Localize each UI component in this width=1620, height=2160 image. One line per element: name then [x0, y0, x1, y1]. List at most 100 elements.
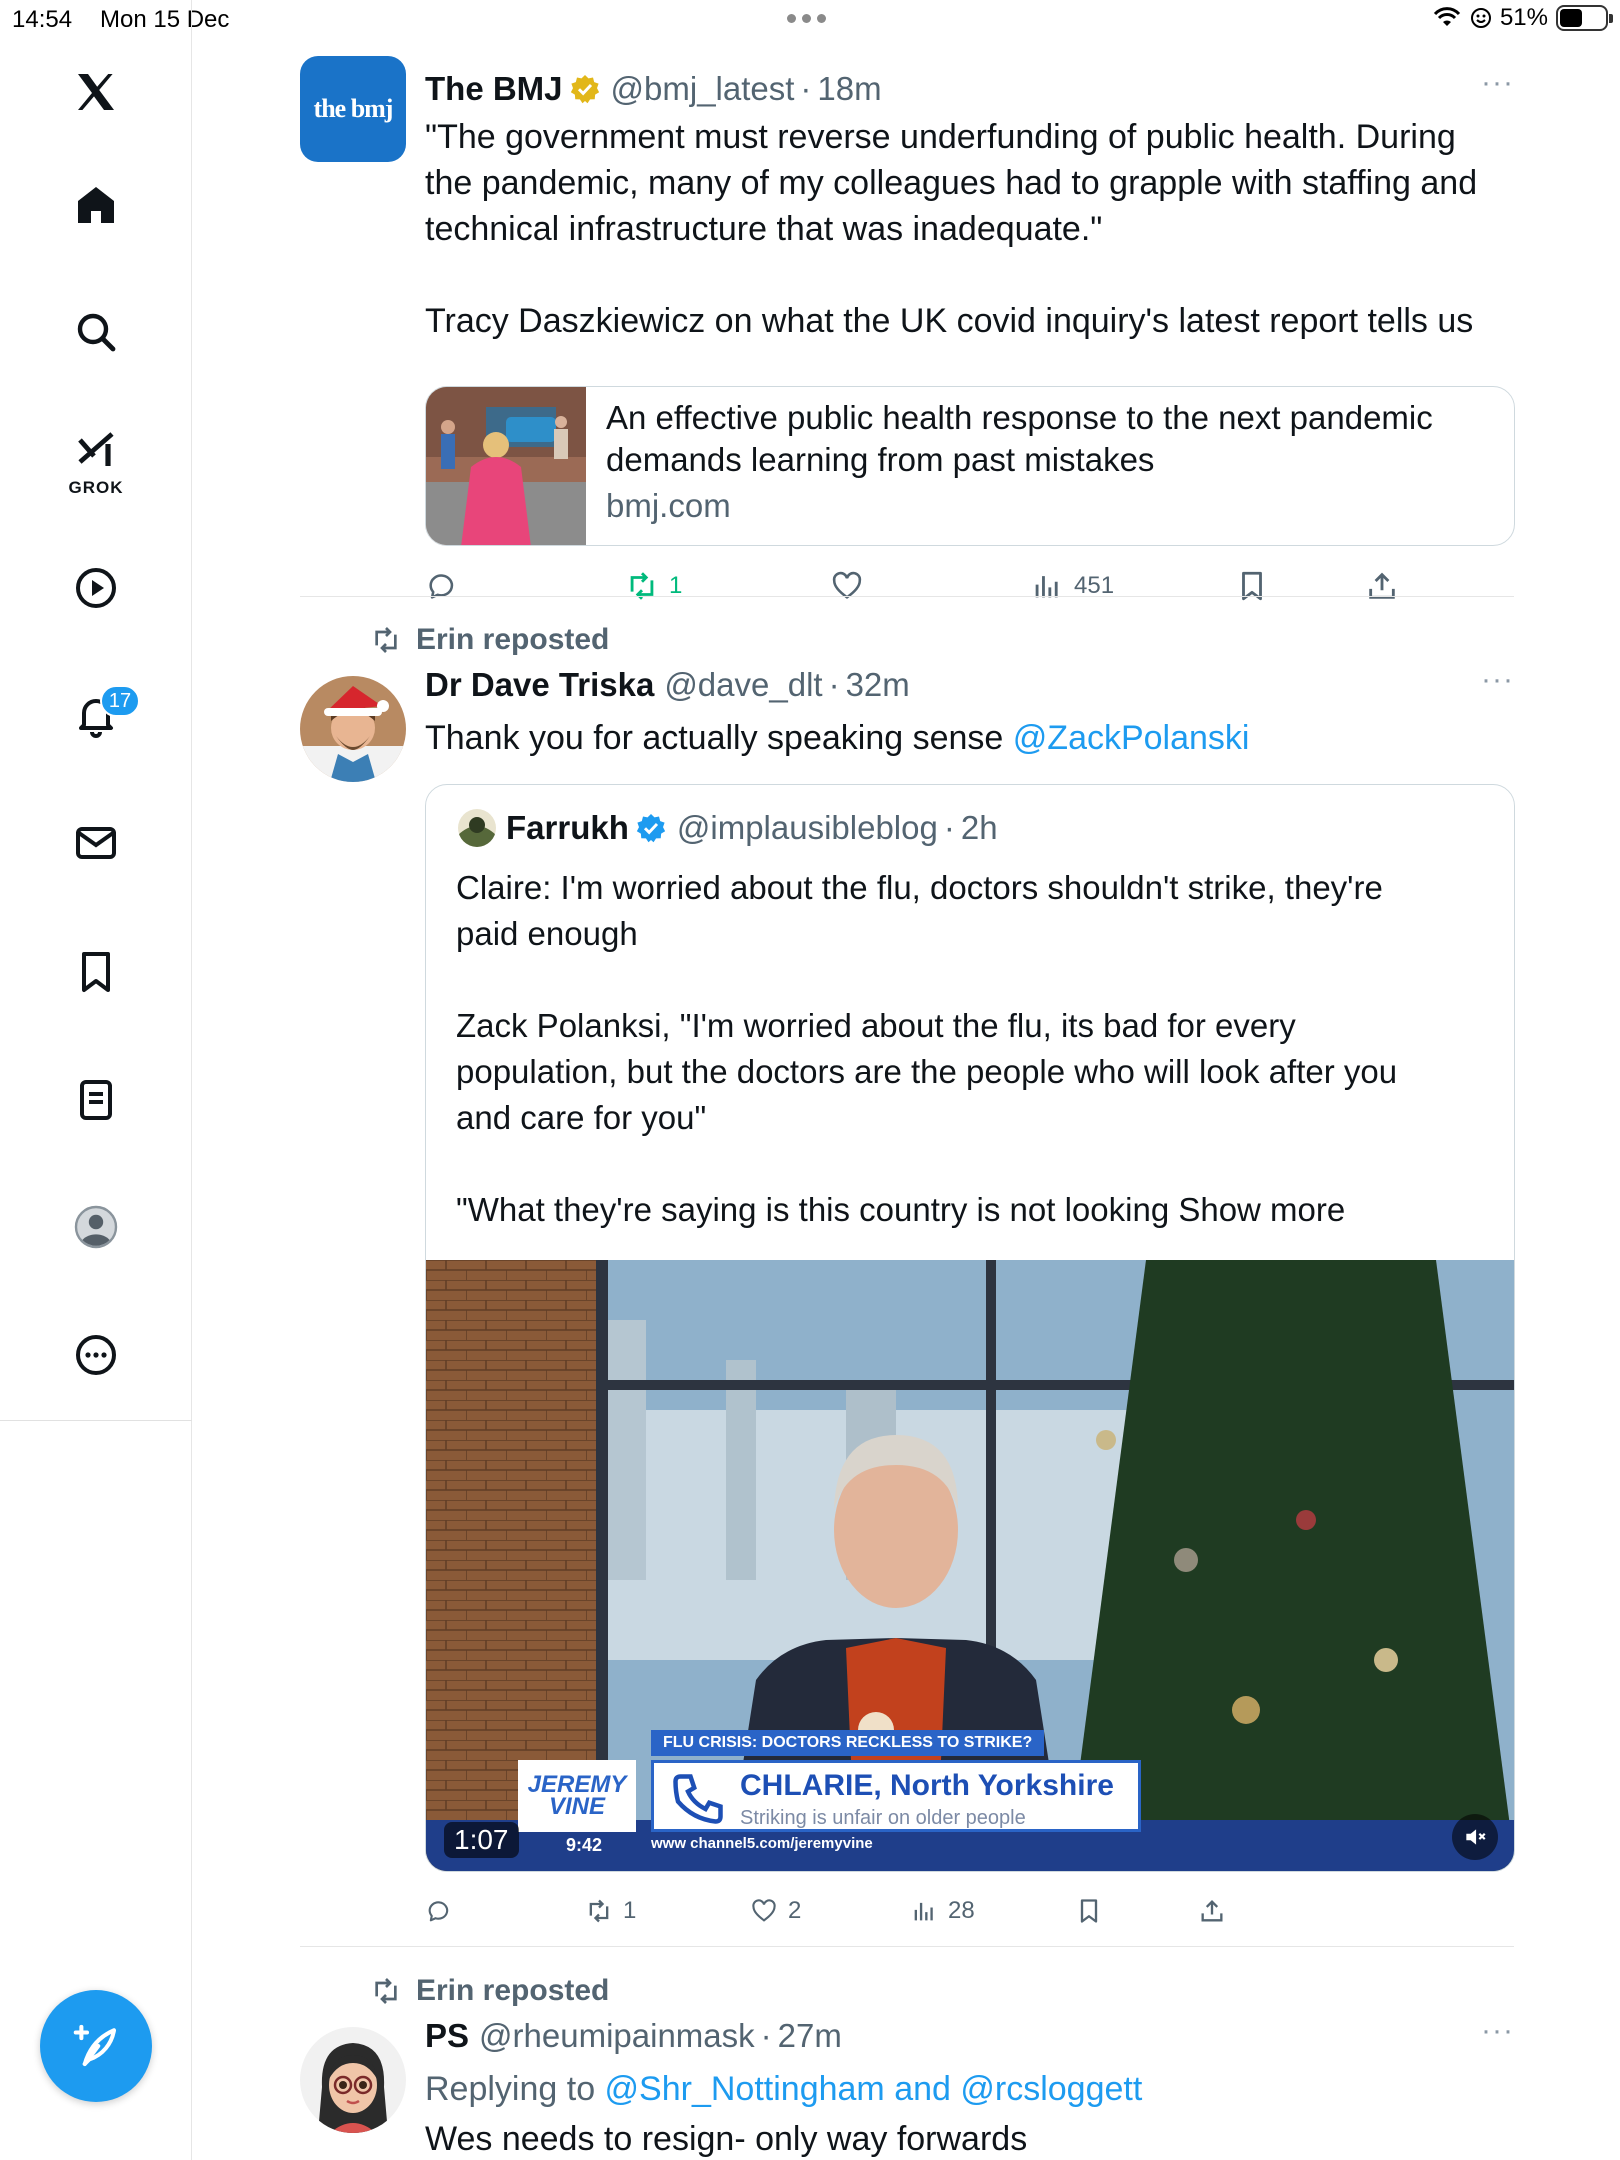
- mute-button[interactable]: [1452, 1814, 1498, 1860]
- quote-text-line: paid enough: [456, 915, 638, 952]
- multitasking-dots[interactable]: [787, 14, 826, 23]
- search-icon[interactable]: [66, 302, 126, 362]
- post-divider: [300, 1946, 1514, 1947]
- quote-text-line: Claire: I'm worried about the flu, docto…: [456, 869, 1383, 906]
- reply-button[interactable]: [425, 1897, 453, 1925]
- like-button[interactable]: [830, 569, 864, 603]
- avatar-logo-text: the bmj: [313, 94, 394, 123]
- video-clock: 9:42: [566, 1835, 603, 1855]
- video-player[interactable]: JEREMY VINE FLU CRISIS: DOCTORS RECKLESS…: [426, 1260, 1514, 1871]
- replying-to-link[interactable]: @Shr_Nottingham and @rcsloggett: [605, 2070, 1143, 2108]
- show-more-link[interactable]: Show more: [1178, 1191, 1345, 1228]
- bookmark-button[interactable]: [1075, 1897, 1103, 1925]
- post-time[interactable]: 18m: [817, 70, 881, 108]
- post-more-button[interactable]: ···: [1481, 66, 1514, 100]
- video-duration: 1:07: [444, 1822, 519, 1858]
- sidebar-divider: [0, 1420, 192, 1421]
- avatar[interactable]: [300, 2027, 406, 2133]
- separator-dot: ·: [800, 70, 812, 107]
- phone-icon: [673, 1774, 723, 1824]
- share-button[interactable]: [1198, 1897, 1226, 1925]
- post-more-button[interactable]: ···: [1481, 663, 1514, 697]
- video-caller-name: CHLARIE, North Yorkshire: [740, 1769, 1114, 1802]
- post-text: "The government must reverse underfundin…: [425, 114, 1505, 344]
- repost-context-label: Erin reposted: [416, 623, 610, 656]
- mention-link[interactable]: @ZackPolanski: [1013, 719, 1250, 757]
- more-icon[interactable]: [66, 1325, 126, 1385]
- repost-small-icon: [375, 627, 397, 653]
- post-dave-triska[interactable]: Erin reposted Dr Dave Triska @dave_dlt ·…: [300, 623, 1515, 1953]
- post-text-body: Thank you for actually speaking sense: [425, 719, 1013, 757]
- quote-author-handle[interactable]: @implausibleblog: [677, 809, 938, 847]
- heart-icon: [832, 571, 862, 599]
- battery-icon: [1556, 5, 1613, 31]
- messages-icon[interactable]: [66, 813, 126, 873]
- profile-icon[interactable]: [66, 1197, 126, 1257]
- bookmarks-icon[interactable]: [66, 942, 126, 1002]
- quote-text-line: and care for you": [456, 1099, 707, 1136]
- sidebar-nav: GROK 17: [0, 0, 192, 2160]
- post-text-line: "The government must reverse underfundin…: [425, 118, 1456, 156]
- repost-context[interactable]: Erin reposted: [370, 1974, 609, 2008]
- avatar[interactable]: [300, 676, 406, 782]
- x-logo-icon[interactable]: [66, 62, 126, 122]
- post-more-button[interactable]: ···: [1481, 2014, 1514, 2048]
- post-ps[interactable]: Erin reposted PS @rheumipainmask · 27m ·…: [300, 1974, 1514, 2160]
- quote-time[interactable]: 2h: [961, 809, 998, 847]
- share-icon: [1201, 1900, 1223, 1922]
- views-icon: [914, 1902, 933, 1921]
- status-right: 51%: [1432, 4, 1613, 32]
- home-icon[interactable]: [66, 175, 126, 235]
- lists-icon[interactable]: [66, 1070, 126, 1130]
- repost-context[interactable]: Erin reposted: [370, 623, 609, 657]
- repost-count: 1: [623, 1897, 637, 1924]
- post-text: Wes needs to resign- only way forwards: [425, 2120, 1028, 2158]
- bookmark-icon: [1080, 1899, 1098, 1923]
- author-handle[interactable]: @dave_dlt: [664, 666, 822, 704]
- author-handle[interactable]: @bmj_latest: [611, 70, 795, 108]
- post-header: PS @rheumipainmask · 27m: [425, 2017, 842, 2055]
- like-count: 2: [788, 1897, 802, 1924]
- quote-text-line: population, but the doctors are the peop…: [456, 1053, 1398, 1090]
- post-time[interactable]: 32m: [846, 666, 910, 704]
- avatar[interactable]: the bmj: [300, 56, 406, 162]
- share-button[interactable]: [1365, 569, 1399, 603]
- grok-label: GROK: [68, 478, 124, 497]
- video-icon[interactable]: [66, 558, 126, 618]
- separator-dot: ·: [828, 666, 840, 703]
- reply-icon: [429, 574, 454, 599]
- link-card-title-line: An effective public health response to t…: [606, 399, 1433, 436]
- repost-icon: [589, 1899, 609, 1923]
- author-handle[interactable]: @rheumipainmask: [479, 2017, 755, 2055]
- link-card[interactable]: An effective public health response to t…: [425, 386, 1515, 546]
- status-bar: 14:54 Mon 15 Dec 51%: [0, 0, 1620, 38]
- quote-avatar[interactable]: [458, 809, 496, 847]
- bookmark-button[interactable]: [1235, 569, 1269, 603]
- grok-icon[interactable]: [66, 420, 126, 480]
- post-time[interactable]: 27m: [778, 2017, 842, 2055]
- show-logo: JEREMY VINE: [518, 1760, 636, 1832]
- quote-header: Farrukh @implausibleblog · 2h: [458, 809, 998, 847]
- quote-text-line: Zack Polanksi, "I'm worried about the fl…: [456, 1007, 1296, 1044]
- post-header: Dr Dave Triska @dave_dlt · 32m: [425, 666, 910, 704]
- link-card-domain: bmj.com: [606, 487, 731, 524]
- author-name[interactable]: The BMJ: [425, 70, 563, 108]
- views-button[interactable]: 28: [910, 1897, 975, 1925]
- reply-button[interactable]: [425, 569, 459, 603]
- repost-button[interactable]: 1: [625, 569, 682, 603]
- repost-context-label: Erin reposted: [416, 1974, 610, 2007]
- quoted-post[interactable]: Farrukh @implausibleblog · 2h Claire: I'…: [425, 784, 1515, 1872]
- author-name[interactable]: PS: [425, 2017, 469, 2055]
- muted-speaker-icon: [1466, 1829, 1486, 1845]
- views-button[interactable]: 451: [1030, 569, 1114, 603]
- like-button[interactable]: 2: [750, 1897, 801, 1925]
- repost-button[interactable]: 1: [585, 1897, 636, 1925]
- post-bmj[interactable]: the bmj The BMJ @bmj_latest · 18m ··· "T…: [300, 56, 1515, 614]
- compose-button[interactable]: [40, 1990, 152, 2102]
- video-lower-third: CHLARIE, North Yorkshire Striking is unf…: [651, 1760, 1141, 1832]
- quote-author-name[interactable]: Farrukh: [506, 809, 629, 847]
- focus-icon: [1470, 8, 1491, 28]
- wifi-icon: [1433, 7, 1461, 26]
- author-name[interactable]: Dr Dave Triska: [425, 666, 654, 704]
- post-text-line: Tracy Daszkiewicz on what the UK covid i…: [425, 302, 1474, 340]
